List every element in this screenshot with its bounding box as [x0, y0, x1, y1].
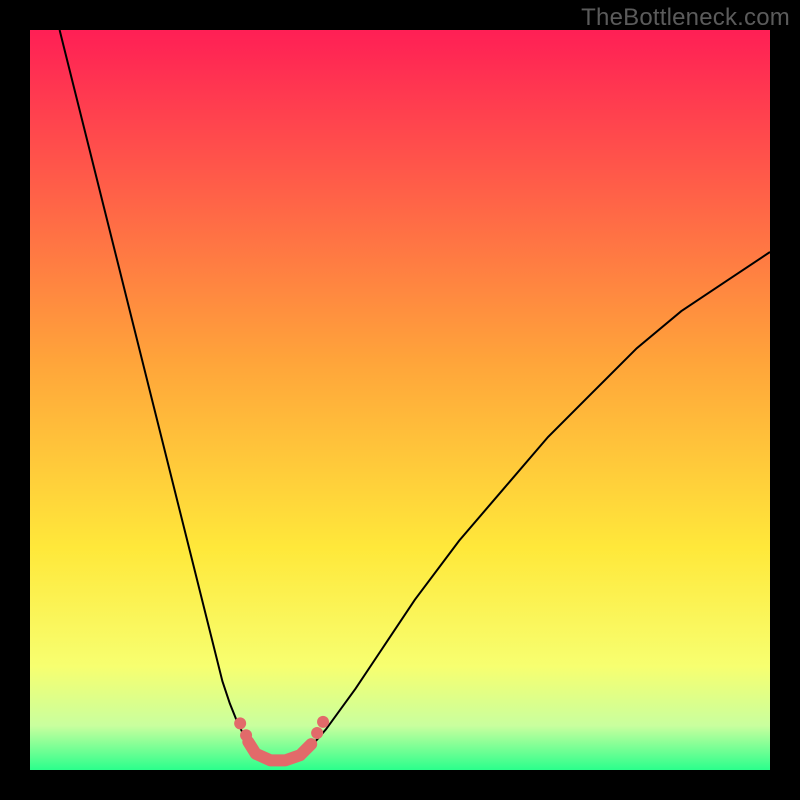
series-left-dots-point	[240, 729, 252, 741]
gradient-background	[30, 30, 770, 770]
chart-svg	[30, 30, 770, 770]
series-left-dots-point	[234, 717, 246, 729]
chart-area	[30, 30, 770, 770]
outer-frame: TheBottleneck.com	[0, 0, 800, 800]
watermark-text: TheBottleneck.com	[581, 4, 790, 32]
series-right-dots-point	[311, 727, 323, 739]
series-right-dots-point	[317, 716, 329, 728]
